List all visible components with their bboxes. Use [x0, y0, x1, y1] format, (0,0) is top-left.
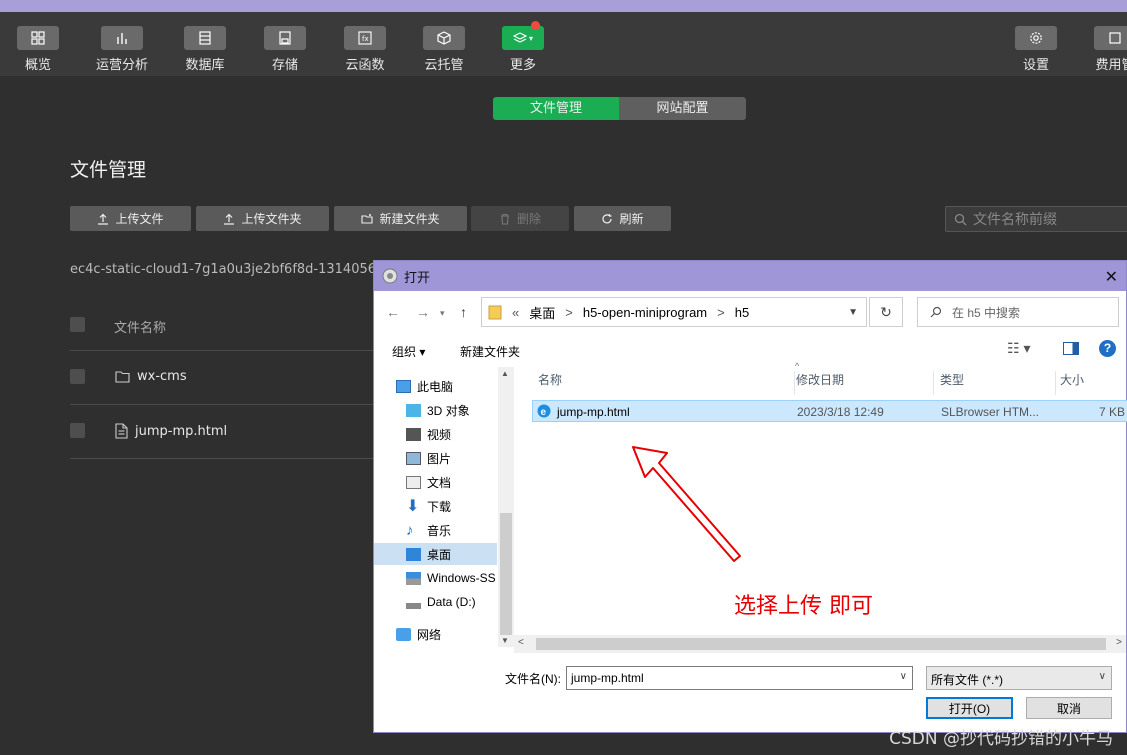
watermark: CSDN @抄代码抄错的小牛马	[889, 729, 1113, 749]
annotation-arrow	[632, 446, 741, 562]
annotation-text: 选择上传 即可	[734, 594, 873, 619]
